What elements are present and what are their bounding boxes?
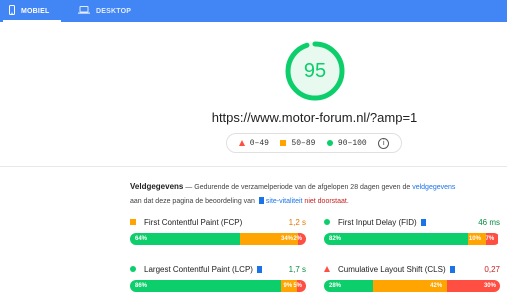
field-data-text-2: aan dat deze pagina de beoordeling van	[130, 198, 257, 205]
distribution-bar: 82% 10% 7%	[324, 233, 500, 245]
metric-name: Cumulative Layout Shift (CLS)	[338, 264, 446, 274]
legend-item-poor: 0–49	[238, 138, 269, 148]
tab-desktop-label: DESKTOP	[96, 7, 132, 15]
bookmark-icon	[257, 265, 263, 273]
distribution-segment-good: 86%	[130, 280, 282, 292]
legend-range-poor: 0–49	[249, 138, 269, 148]
tab-desktop[interactable]: DESKTOP	[74, 0, 135, 22]
circle-icon	[324, 219, 330, 225]
field-data-text-1: Gedurende de verzamelperiode van de afge…	[194, 184, 413, 191]
legend-range-good: 90–100	[337, 138, 367, 148]
distribution-segment-poor: 30%	[447, 280, 500, 292]
distribution-segment-good: 64%	[130, 233, 240, 245]
tested-url: https://www.motor-forum.nl/?amp=1	[211, 110, 418, 125]
assessment-result: niet doorstaat.	[304, 198, 349, 205]
bookmark-icon	[420, 218, 426, 226]
metric-name: First Contentful Paint (FCP)	[144, 217, 243, 227]
device-tab-bar: MOBIEL DESKTOP	[0, 0, 507, 22]
distribution-bar: 86% 9% 5%	[130, 280, 306, 292]
square-icon	[130, 219, 136, 225]
site-vitality-link[interactable]: site-vitaliteit	[266, 198, 303, 205]
legend-item-average: 50–89	[280, 139, 315, 148]
triangle-icon	[324, 266, 330, 272]
info-icon[interactable]: i	[378, 137, 390, 149]
field-data-dash: —	[183, 184, 195, 191]
distribution-segment-good: 82%	[324, 233, 469, 245]
metric-cls: Cumulative Layout Shift (CLS) 0,27 28% 42…	[324, 263, 500, 292]
distribution-segment-poor: 2%	[293, 233, 306, 245]
metric-value: 0,27	[484, 264, 500, 274]
field-data-title: Veldgegevens	[130, 182, 184, 191]
triangle-icon	[238, 140, 245, 146]
performance-score-value: 95	[303, 60, 327, 82]
phone-icon	[9, 5, 15, 17]
distribution-segment-needs-improvement: 34%	[239, 233, 298, 245]
metric-fid: First Input Delay (FID) 46 ms 82% 10% 7%	[324, 216, 500, 245]
section-divider	[0, 166, 507, 167]
tab-mobile[interactable]: MOBIEL	[3, 0, 61, 22]
metric-value: 46 ms	[478, 217, 500, 227]
field-data-description: Veldgegevens — Gedurende de verzamelperi…	[130, 180, 500, 209]
distribution-segment-needs-improvement: 10%	[468, 233, 486, 245]
square-icon	[280, 140, 287, 146]
distribution-segment-poor: 5%	[293, 280, 306, 292]
bookmark-icon	[449, 265, 455, 273]
field-data-link[interactable]: veldgegevens	[412, 184, 455, 191]
distribution-bar: 28% 42% 30%	[324, 280, 500, 292]
metric-value: 1,2 s	[288, 217, 306, 227]
score-legend: 0–49 50–89 90–100 i	[226, 133, 402, 153]
metric-name: Largest Contentful Paint (LCP)	[144, 264, 253, 274]
bookmark-icon	[258, 197, 264, 204]
distribution-segment-needs-improvement: 42%	[373, 280, 448, 292]
distribution-bar: 64% 34% 2%	[130, 233, 306, 245]
metric-fcp: First Contentful Paint (FCP) 1,2 s 64% 34…	[130, 216, 306, 245]
active-tab-indicator	[3, 20, 61, 22]
circle-icon	[326, 140, 333, 146]
metric-value: 1,7 s	[288, 264, 306, 274]
circle-icon	[130, 266, 136, 272]
legend-range-average: 50–89	[291, 138, 316, 148]
metric-name: First Input Delay (FID)	[338, 217, 417, 227]
tab-mobile-label: MOBIEL	[21, 7, 50, 15]
distribution-segment-good: 28%	[324, 280, 374, 292]
distribution-segment-poor: 7%	[486, 233, 499, 245]
laptop-icon	[78, 6, 90, 16]
metric-lcp: Largest Contentful Paint (LCP) 1,7 s 86%…	[130, 263, 306, 292]
legend-item-good: 90–100	[326, 138, 367, 148]
